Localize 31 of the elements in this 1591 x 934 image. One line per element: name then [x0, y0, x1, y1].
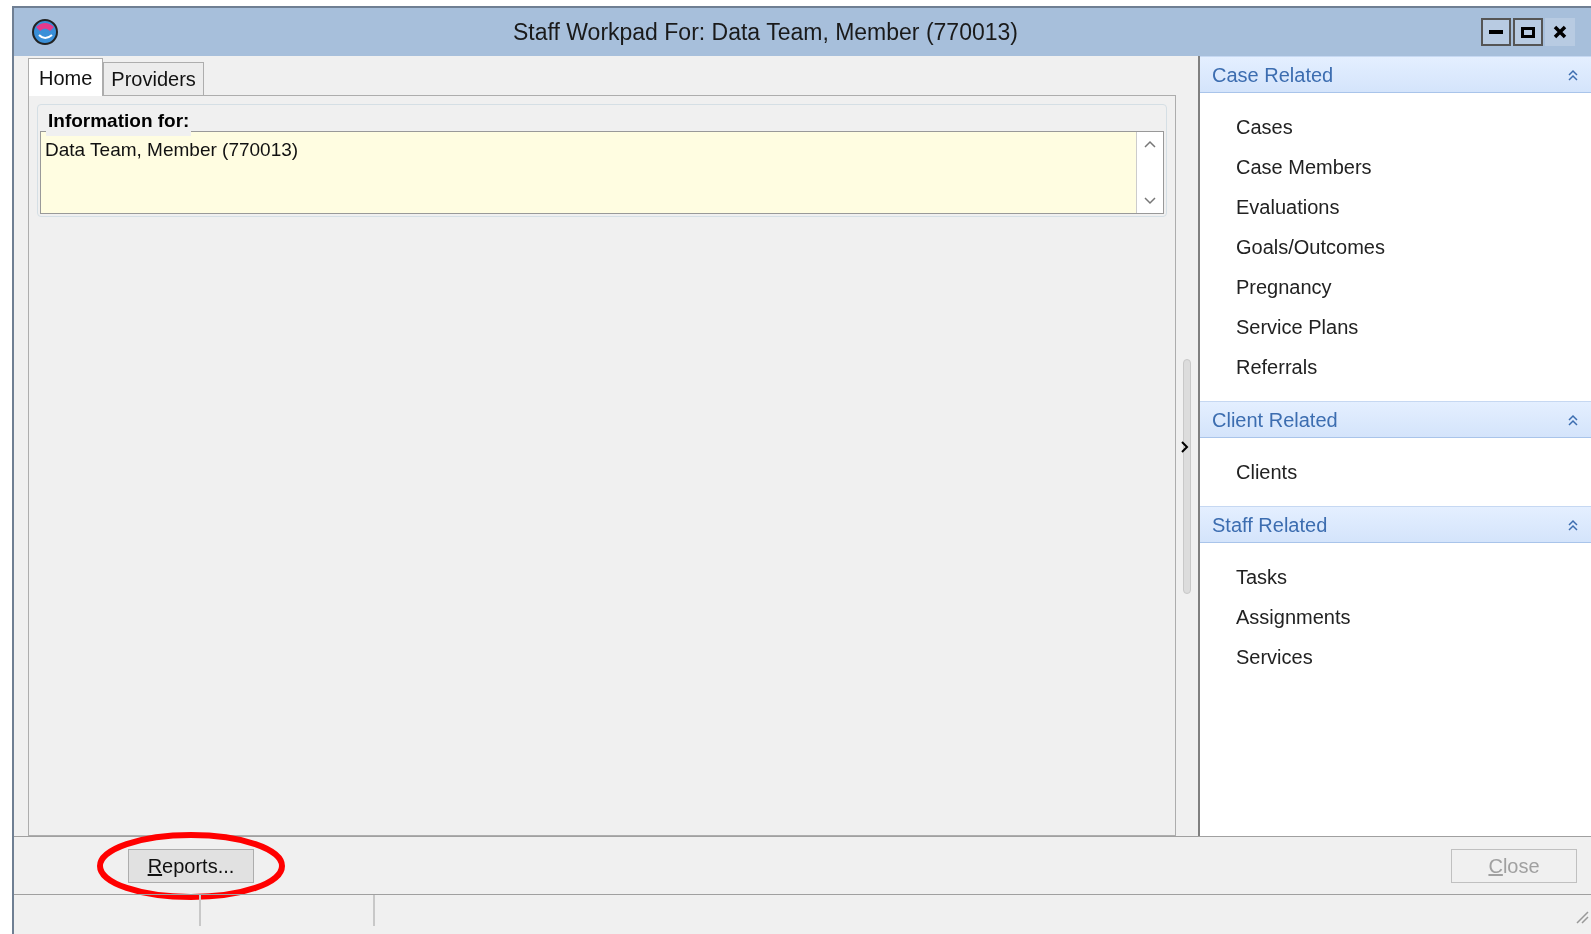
maximize-button[interactable] — [1513, 18, 1543, 46]
information-field[interactable]: Data Team, Member (770013) — [40, 131, 1164, 214]
window-title: Staff Workpad For: Data Team, Member (770013) — [513, 17, 1018, 47]
nav-link[interactable]: Pregnancy — [1236, 267, 1332, 307]
tab[interactable]: Providers — [103, 62, 204, 96]
section-header[interactable]: Case Related — [1200, 56, 1591, 93]
tab[interactable]: Home — [28, 58, 104, 96]
section-header[interactable]: Client Related — [1200, 401, 1591, 438]
nav-link[interactable]: Goals/Outcomes — [1236, 227, 1385, 267]
app-logo-icon — [30, 17, 60, 47]
minimize-button[interactable] — [1481, 18, 1511, 46]
nav-link[interactable]: Referrals — [1236, 347, 1318, 387]
nav-link[interactable]: Service Plans — [1236, 307, 1359, 347]
action-button[interactable]: Reports... — [128, 848, 254, 883]
collapse-icon[interactable] — [1567, 68, 1579, 81]
collapse-icon[interactable] — [1567, 518, 1579, 531]
nav-link[interactable]: Assignments — [1236, 597, 1351, 637]
close-window-button[interactable] — [1545, 18, 1575, 46]
collapse-icon[interactable] — [1567, 413, 1579, 426]
scrollbar[interactable] — [1136, 132, 1163, 213]
nav-link[interactable]: Cases — [1236, 107, 1293, 147]
nav-link[interactable]: Evaluations — [1236, 187, 1340, 227]
section-header[interactable]: Staff Related — [1200, 506, 1591, 543]
nav-link[interactable]: Case Members — [1236, 147, 1372, 187]
nav-link[interactable]: Clients — [1236, 452, 1298, 492]
scroll-down-icon[interactable] — [1144, 197, 1156, 205]
nav-link[interactable]: Tasks — [1236, 557, 1288, 597]
splitter-handle[interactable] — [1183, 358, 1191, 594]
scroll-up-icon[interactable] — [1144, 140, 1156, 148]
nav-link[interactable]: Services — [1236, 637, 1313, 677]
close-icon — [1553, 25, 1567, 39]
